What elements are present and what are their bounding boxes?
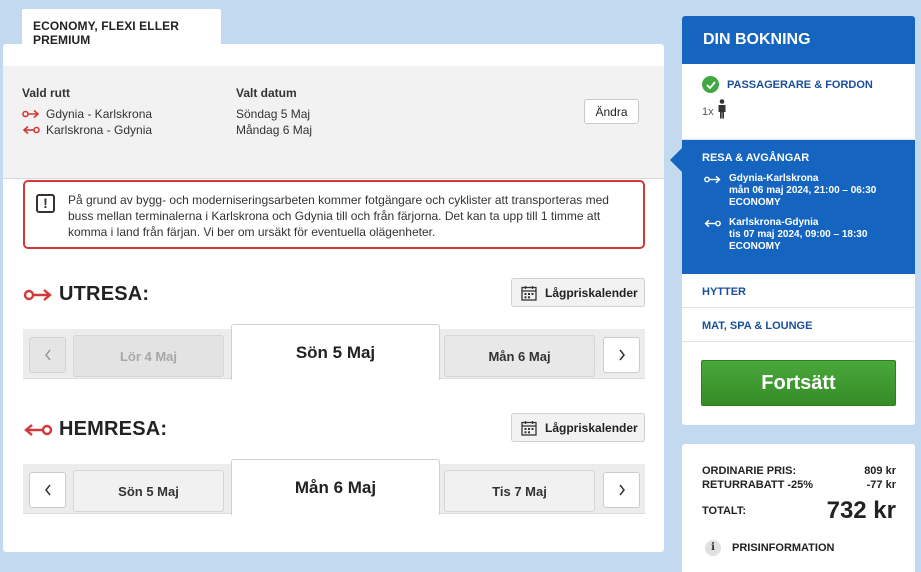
return-next-arrow[interactable] xyxy=(603,472,640,508)
leg-class: ECONOMY xyxy=(729,241,781,252)
step-food-spa-lounge[interactable]: MAT, SPA & LOUNGE xyxy=(682,308,915,342)
person-icon xyxy=(718,99,726,119)
info-icon: i xyxy=(705,540,721,556)
step-cabins[interactable]: HYTTER xyxy=(682,274,915,308)
total-value: 732 kr xyxy=(826,497,896,524)
booking-sidebar: DIN BOKNING PASSAGERARE & FORDON 1x RESA… xyxy=(682,16,915,425)
discount-value: -77 kr xyxy=(866,479,896,491)
return-route-line: Karlskrona - Gdynia xyxy=(22,122,152,138)
chevron-right-icon xyxy=(618,349,625,361)
outbound-selected-day[interactable]: Sön 5 Maj xyxy=(231,324,440,380)
leg-class: ECONOMY xyxy=(729,197,781,208)
outbound-route-text: Gdynia - Karlskrona xyxy=(46,107,153,121)
outbound-next-day[interactable]: Mån 6 Maj xyxy=(444,335,595,377)
leg-return: Karlskrona-Gdynia tis 07 maj 2024, 09:00… xyxy=(702,217,915,253)
leg-time: tis 07 maj 2024, 09:00 – 18:30 xyxy=(729,229,868,240)
chevron-left-icon xyxy=(44,349,51,361)
return-arrow-icon xyxy=(704,219,721,228)
regular-price-row: ORDINARIE PRIS: 809 kr xyxy=(702,464,896,478)
leg-route: Karlskrona-Gdynia xyxy=(729,217,819,228)
outbound-calendar-label: Lågpriskalender xyxy=(545,285,638,300)
passenger-count: 1x xyxy=(702,106,714,118)
step-passengers[interactable]: PASSAGERARE & FORDON 1x xyxy=(682,64,915,140)
notice-text: På grund av bygg- och moderniseringsarbe… xyxy=(68,193,609,239)
calendar-icon xyxy=(521,420,537,436)
chevron-left-icon xyxy=(44,484,51,496)
check-icon xyxy=(702,76,719,93)
return-selected-day[interactable]: Mån 6 Maj xyxy=(231,459,440,515)
return-heading: HEMRESA: xyxy=(23,418,167,441)
return-route-text: Karlskrona - Gdynia xyxy=(46,123,153,137)
return-arrow-icon xyxy=(24,423,53,436)
leg-time: mån 06 maj 2024, 21:00 – 06:30 xyxy=(729,185,877,196)
outbound-date-text: Söndag 5 Maj xyxy=(236,107,311,121)
route-column: Vald rutt Gdynia - Karlskrona Karlskrona… xyxy=(22,85,152,138)
return-prev-day[interactable]: Sön 5 Maj xyxy=(73,470,224,512)
outbound-prev-arrow[interactable] xyxy=(29,337,66,373)
return-next-day[interactable]: Tis 7 Maj xyxy=(444,470,595,512)
leg-outbound: Gdynia-Karlskrona mån 06 maj 2024, 21:00… xyxy=(702,173,915,209)
price-info-link[interactable]: i PRISINFORMATION xyxy=(705,540,896,556)
return-calendar-button[interactable]: Lågpriskalender xyxy=(511,413,645,442)
outbound-arrow-icon xyxy=(704,175,721,184)
main-panel: Vald rutt Gdynia - Karlskrona Karlskrona… xyxy=(3,44,664,552)
outbound-date-strip: Lör 4 Maj Sön 5 Maj Mån 6 Maj xyxy=(23,324,645,380)
outbound-arrow-icon xyxy=(22,109,40,119)
return-calendar-label: Lågpriskalender xyxy=(545,420,638,435)
outbound-prev-day[interactable]: Lör 4 Maj xyxy=(73,335,224,377)
discount-label: RETURRABATT -25% xyxy=(702,479,814,491)
return-prev-arrow[interactable] xyxy=(29,472,66,508)
passengers-label: PASSAGERARE & FORDON xyxy=(727,78,873,91)
construction-notice: ! På grund av bygg- och moderniseringsar… xyxy=(23,180,645,249)
fare-type-tab[interactable]: ECONOMY, FLEXI ELLER PREMIUM xyxy=(22,9,221,47)
return-title: HEMRESA: xyxy=(59,418,168,440)
regular-price-label: ORDINARIE PRIS: xyxy=(702,465,797,477)
outbound-title: UTRESA: xyxy=(59,283,150,305)
price-summary: ORDINARIE PRIS: 809 kr RETURRABATT -25% … xyxy=(682,444,915,572)
leg-route: Gdynia-Karlskrona xyxy=(729,173,819,184)
selected-route-summary: Vald rutt Gdynia - Karlskrona Karlskrona… xyxy=(3,66,664,179)
step-travel[interactable]: RESA & AVGÅNGAR Gdynia-Karlskrona mån 06… xyxy=(682,140,915,274)
alert-icon: ! xyxy=(36,194,55,213)
route-header: Vald rutt xyxy=(22,86,71,100)
price-info-label: PRISINFORMATION xyxy=(732,542,835,554)
travel-label: RESA & AVGÅNGAR xyxy=(702,152,810,164)
calendar-icon xyxy=(521,285,537,301)
outbound-heading: UTRESA: xyxy=(23,283,149,306)
outbound-route-line: Gdynia - Karlskrona xyxy=(22,106,152,122)
date-header: Valt datum xyxy=(236,86,297,100)
date-column: Valt datum Söndag 5 Maj Måndag 6 Maj xyxy=(236,85,312,138)
outbound-next-arrow[interactable] xyxy=(603,337,640,373)
outbound-arrow-icon xyxy=(23,288,52,301)
chevron-right-icon xyxy=(618,484,625,496)
regular-price-value: 809 kr xyxy=(864,465,896,477)
outbound-calendar-button[interactable]: Lågpriskalender xyxy=(511,278,645,307)
continue-button[interactable]: Fortsätt xyxy=(701,360,896,406)
booking-title: DIN BOKNING xyxy=(682,16,915,64)
return-date-strip: Sön 5 Maj Mån 6 Maj Tis 7 Maj xyxy=(23,459,645,515)
return-arrow-icon xyxy=(22,125,40,135)
total-row: TOTALT: 732 kr xyxy=(702,497,896,525)
return-date-text: Måndag 6 Maj xyxy=(236,123,313,137)
discount-row: RETURRABATT -25% -77 kr xyxy=(702,478,896,492)
total-label: TOTALT: xyxy=(702,505,746,517)
edit-button[interactable]: Ändra xyxy=(584,99,639,124)
